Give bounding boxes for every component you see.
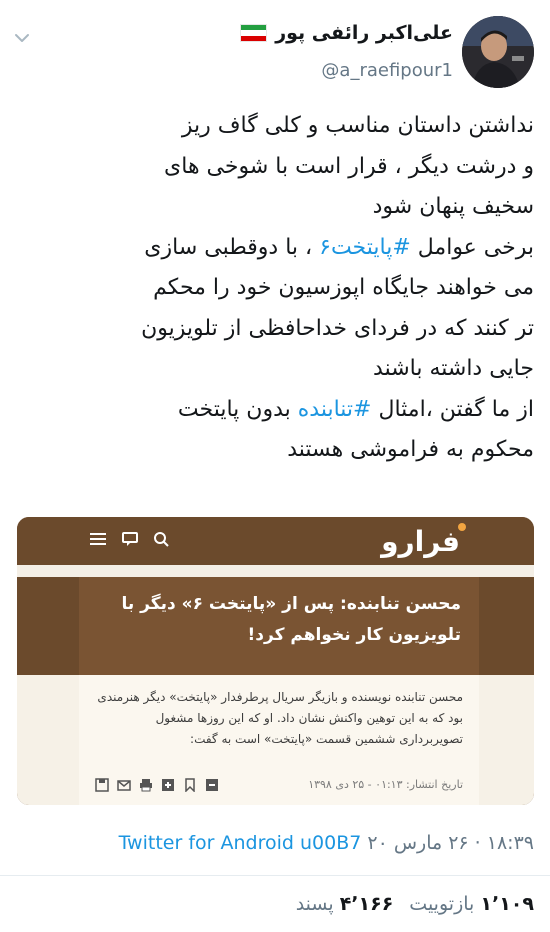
tweet-line: جایی داشته باشند (373, 356, 534, 381)
likes-label: پسند (295, 893, 334, 915)
card-body: محسن تنابنده نویسنده و بازیگر سریال پرطر… (17, 675, 534, 805)
likes-count: ۴٬۱۶۶ (339, 893, 394, 915)
print-icon (139, 777, 153, 792)
zoom-in-icon (161, 777, 175, 791)
retweets-count: ۱٬۱۰۹ (480, 893, 534, 915)
hashtag-link[interactable]: #تنابنده (298, 397, 372, 422)
card-header-icons (89, 531, 169, 547)
tweet-line: بدون پایتخت (177, 396, 298, 422)
chevron-down-icon[interactable] (12, 28, 32, 48)
tweet-line: محکوم به فراموشی هستند (287, 437, 534, 462)
card-summary-box: محسن تنابنده نویسنده و بازیگر سریال پرطر… (79, 675, 479, 805)
tweet-line: سخیف پنهان شود (372, 194, 534, 219)
tweet-stats: ۱٬۱۰۹ بازتوییت ۴٬۱۶۶ پسند (296, 893, 534, 915)
like-stat[interactable]: ۴٬۱۶۶ پسند (296, 893, 394, 915)
tweet-line: تر کنند که در فردای خداحافظی از تلویزیون (141, 315, 534, 341)
tweet-line: از ما گفتن ،امثال (371, 396, 534, 422)
link-preview-card[interactable]: فرارو محسن تنابنده: پس از «پایتخت ۶» دیگ… (17, 517, 534, 805)
card-sub-bar (17, 565, 534, 577)
bookmark-icon (183, 777, 197, 793)
tweet-line: می خواهند جایگاه اپوزسیون خود را محکم (153, 275, 534, 300)
site-logo: فرارو (381, 525, 460, 558)
tweet-line: برخی عوامل (410, 234, 534, 260)
chat-icon (122, 532, 138, 546)
source-suffix: u00B7 (299, 832, 362, 854)
mail-icon (117, 777, 131, 791)
tweet-source-link[interactable]: Twitter for Android (119, 832, 294, 854)
display-name[interactable]: علی‌اکبر رائفی پور (275, 22, 453, 44)
publish-date: تاریخ انتشار: ۰۱:۱۳ - ۲۵ دی ۱۳۹۸ (308, 777, 463, 791)
tweet-line: نداشتن داستان مناسب و کلی گاف ریز (181, 113, 534, 138)
card-meta-row: تاریخ انتشار: ۰۱:۱۳ - ۲۵ دی ۱۳۹۸ (95, 777, 463, 793)
search-icon (154, 532, 169, 547)
card-headline: محسن تنابنده: پس از «پایتخت ۶» دیگر با ت… (121, 594, 461, 645)
tweet-line: و درشت دیگر ، قرار است با شوخی های (164, 153, 534, 179)
hashtag-link[interactable]: #پایتخت۶ (319, 235, 411, 260)
author-handle[interactable]: @a_raefipour1 (321, 60, 453, 81)
hamburger-icon (90, 533, 106, 545)
card-header: فرارو (17, 517, 534, 565)
card-headline-box: محسن تنابنده: پس از «پایتخت ۶» دیگر با ت… (79, 577, 479, 675)
retweet-stat[interactable]: ۱٬۱۰۹ بازتوییت (409, 893, 534, 915)
divider (0, 875, 550, 876)
author-name-row[interactable]: علی‌اکبر رائفی پور (240, 22, 453, 44)
tweet-timestamp-source: ۱۸:۳۹ · ۲۶ مارس ۲۰ Twitter for Android u… (119, 832, 534, 854)
card-summary: محسن تنابنده نویسنده و بازیگر سریال پرطر… (97, 690, 463, 746)
tweet-line: ، با دوقطبی سازی (144, 234, 320, 260)
tweet-timestamp[interactable]: ۱۸:۳۹ · ۲۶ مارس ۲۰ (367, 832, 534, 854)
tweet-text: نداشتن داستان مناسب و کلی گاف ریز و درشت… (14, 106, 534, 471)
avatar[interactable] (462, 16, 534, 88)
zoom-out-icon (205, 777, 219, 791)
retweets-label: بازتوییت (409, 893, 475, 915)
share-icons (95, 777, 219, 793)
save-icon (95, 777, 109, 792)
iran-flag-icon (240, 24, 268, 42)
